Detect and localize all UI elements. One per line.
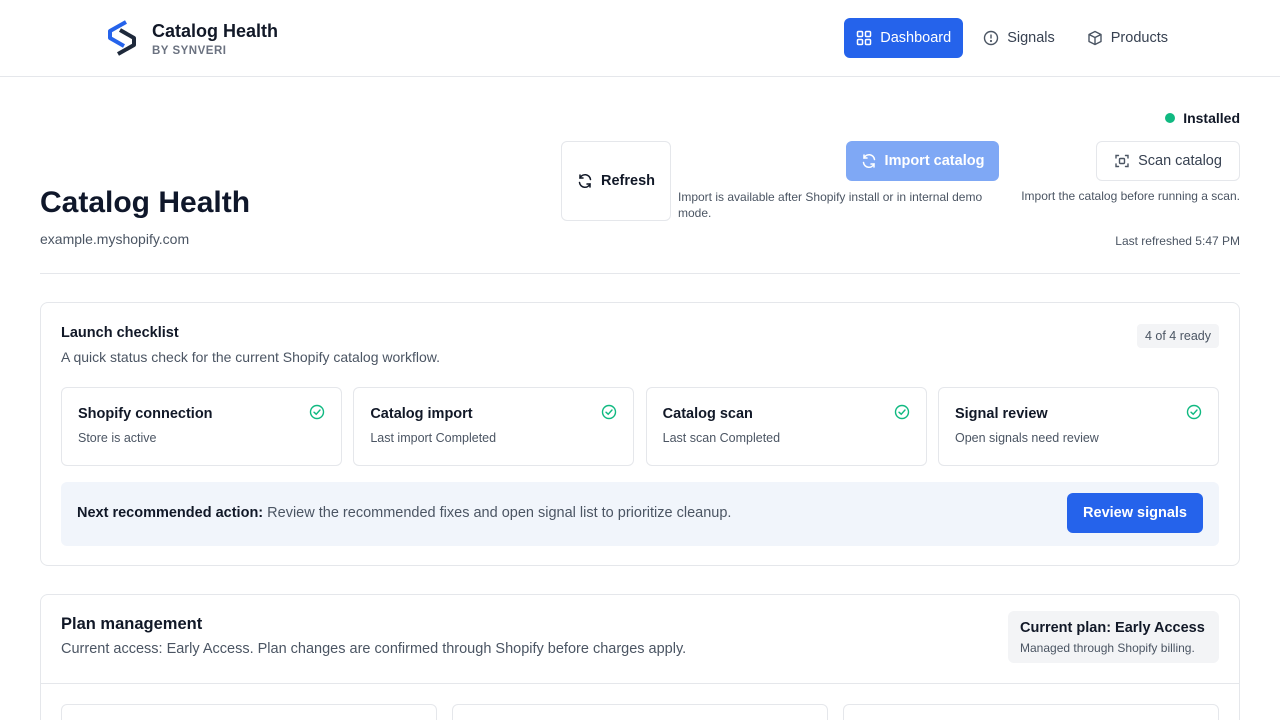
grid-icon	[857, 30, 872, 46]
main-nav: Dashboard Signals Products	[836, 18, 1180, 58]
package-icon	[1088, 30, 1102, 46]
next-action-text: Next recommended action: Review the reco…	[77, 505, 731, 521]
sync-icon	[862, 153, 875, 169]
next-action-description: Review the recommended fixes and open si…	[267, 505, 732, 521]
review-signals-button[interactable]: Review signals	[1067, 493, 1203, 533]
launch-checklist-card: Launch checklist A quick status check fo…	[40, 302, 1240, 566]
step-title: Catalog scan	[662, 406, 753, 422]
refresh-button[interactable]: Refresh	[561, 141, 671, 221]
current-plan-billing: Managed through Shopify billing.	[1020, 641, 1195, 655]
step-catalog-scan: Catalog scan Last scan Completed	[645, 387, 927, 466]
nav-signals-label: Signals	[1007, 30, 1055, 46]
checklist-ready-badge: 4 of 4 ready	[1136, 324, 1219, 348]
plan-management-card: Plan management Current access: Early Ac…	[40, 594, 1240, 720]
import-catalog-button[interactable]: Import catalog	[846, 141, 999, 181]
plan-title: Plan management	[61, 615, 203, 633]
next-action-label: Next recommended action:	[77, 505, 264, 521]
step-catalog-import: Catalog import Last import Completed	[353, 387, 635, 466]
step-description: Open signals need review	[954, 431, 1099, 445]
check-circle-icon	[1186, 404, 1202, 420]
scan-help-text: Import the catalog before running a scan…	[1021, 189, 1240, 203]
nav-signals[interactable]: Signals	[971, 18, 1067, 58]
step-description: Last import Completed	[370, 431, 497, 445]
plan-option-card[interactable]	[843, 704, 1219, 720]
plan-option-card[interactable]	[61, 704, 437, 720]
alert-circle-icon	[984, 30, 999, 46]
next-recommended-action: Next recommended action: Review the reco…	[61, 482, 1219, 546]
header-divider	[40, 273, 1240, 274]
install-status: Installed	[1165, 110, 1240, 126]
synveri-logo-icon	[108, 20, 136, 56]
refresh-label: Refresh	[601, 173, 655, 189]
scan-catalog-button[interactable]: Scan catalog	[1096, 141, 1240, 181]
last-refreshed: Last refreshed 5:47 PM	[1115, 234, 1240, 248]
import-catalog-label: Import catalog	[884, 153, 985, 169]
nav-products-label: Products	[1110, 30, 1168, 46]
plan-option-card[interactable]	[452, 704, 828, 720]
checklist-steps: Shopify connection Store is active Catal…	[61, 387, 1219, 466]
step-description: Store is active	[78, 431, 157, 445]
store-domain: example.myshopify.com	[40, 231, 190, 247]
top-bar: Catalog Health BY SYNVERI Dashboard Sign…	[0, 0, 1280, 77]
brand-title: Catalog Health	[152, 20, 279, 41]
plan-options	[61, 704, 1219, 720]
step-title: Catalog import	[370, 406, 473, 422]
import-help-text: Import is available after Shopify instal…	[678, 190, 983, 220]
step-shopify-connection: Shopify connection Store is active	[61, 387, 342, 466]
status-label: Installed	[1183, 110, 1240, 126]
plan-divider	[41, 683, 1239, 684]
step-signal-review: Signal review Open signals need review	[937, 387, 1219, 466]
check-circle-icon	[309, 404, 325, 420]
plan-description: Current access: Early Access. Plan chang…	[61, 641, 687, 657]
status-dot-icon	[1165, 113, 1176, 123]
current-plan-badge: Current plan: Early Access Managed throu…	[1008, 611, 1219, 663]
step-title: Shopify connection	[78, 406, 213, 422]
nav-dashboard[interactable]: Dashboard	[844, 18, 964, 58]
page-title: Catalog Health	[40, 186, 251, 219]
step-description: Last scan Completed	[662, 431, 781, 445]
nav-products[interactable]: Products	[1075, 18, 1180, 58]
brand[interactable]: Catalog Health BY SYNVERI	[104, 18, 278, 58]
refresh-icon	[578, 173, 592, 189]
check-circle-icon	[602, 404, 617, 420]
check-circle-icon	[894, 404, 909, 420]
checklist-description: A quick status check for the current Sho…	[61, 349, 440, 365]
step-title: Signal review	[954, 406, 1048, 422]
scan-icon	[1115, 154, 1129, 168]
nav-dashboard-label: Dashboard	[880, 30, 952, 46]
brand-subtitle: BY SYNVERI	[152, 44, 227, 57]
checklist-title: Launch checklist	[61, 325, 179, 341]
current-plan-label: Current plan: Early Access	[1020, 620, 1205, 636]
scan-catalog-label: Scan catalog	[1138, 153, 1222, 169]
